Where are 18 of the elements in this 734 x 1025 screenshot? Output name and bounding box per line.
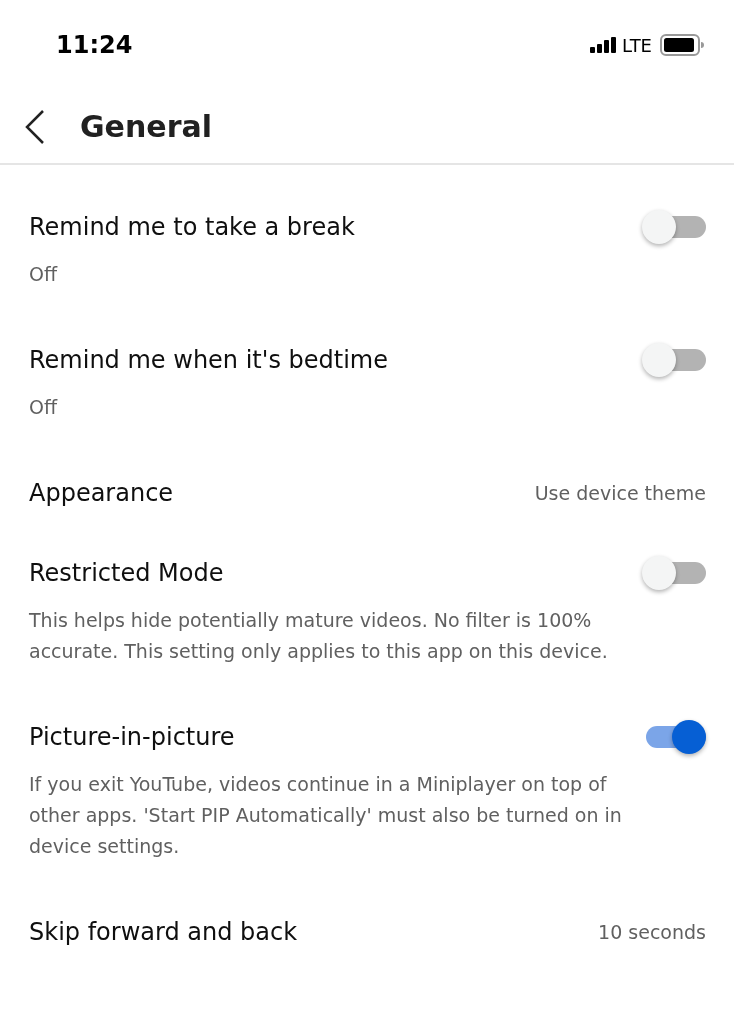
setting-title: Remind me when it's bedtime — [29, 345, 388, 376]
setting-title: Remind me to take a break — [29, 212, 355, 243]
setting-description: Off — [29, 262, 59, 287]
network-label: LTE — [622, 33, 652, 58]
setting-description: If you exit YouTube, videos continue in a Miniplayer on top of other apps. 'Start PIP Automatically' must also be turned on in device settings. — [29, 772, 623, 859]
battery-icon — [660, 34, 704, 56]
setting-title: Skip forward and back — [29, 917, 298, 948]
back-button[interactable] — [24, 108, 46, 145]
setting-description: Off — [29, 395, 59, 420]
setting-title: Restricted Mode — [29, 558, 224, 589]
page-title: General — [80, 108, 212, 146]
status-time: 11:24 — [56, 30, 133, 61]
signal-icon — [590, 37, 619, 53]
setting-value: Use device theme — [534, 480, 706, 506]
setting-description: This helps hide potentially mature videos. No filter is 100% accurate. This setting only applies to this app on this device. — [29, 608, 609, 664]
setting-title: Picture-in-picture — [29, 722, 235, 753]
setting-title: Appearance — [29, 478, 174, 509]
setting-value: 10 seconds — [598, 919, 706, 945]
